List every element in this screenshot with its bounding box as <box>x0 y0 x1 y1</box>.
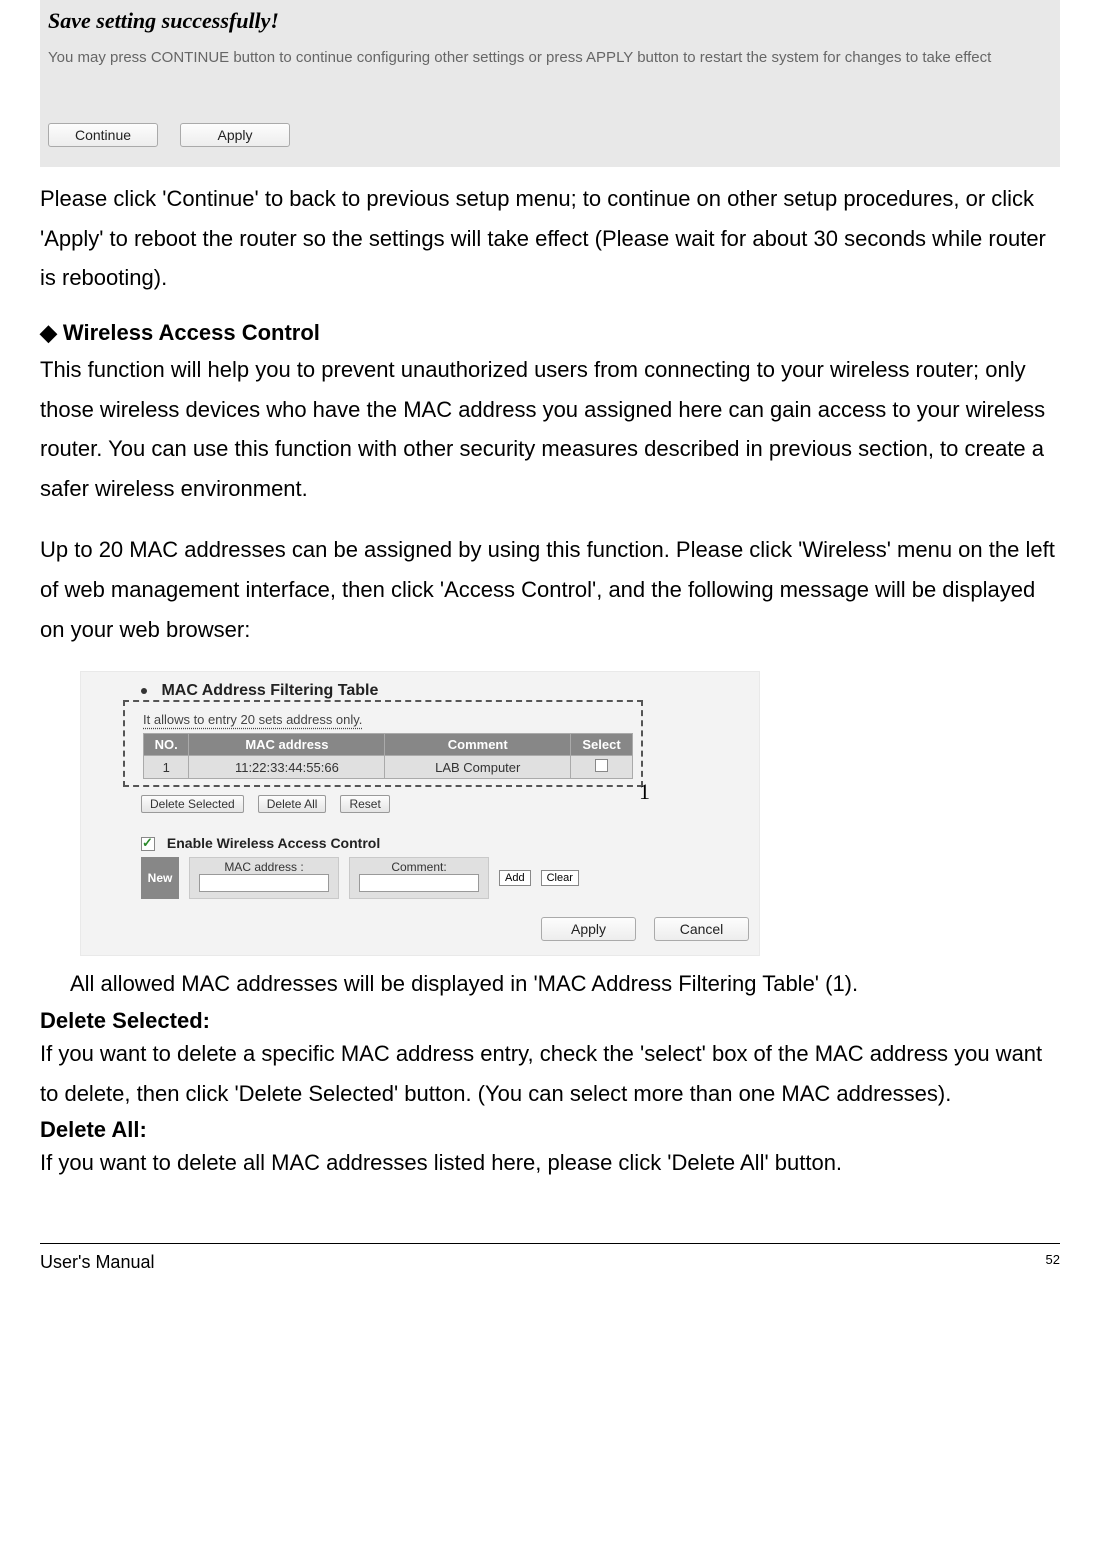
delete-selected-heading: Delete Selected: <box>40 1008 1060 1034</box>
apply-cancel-row: Apply Cancel <box>141 917 749 941</box>
col-mac: MAC address <box>189 734 385 756</box>
col-select: Select <box>571 734 633 756</box>
bullet-icon <box>141 688 147 694</box>
cell-no: 1 <box>144 756 189 779</box>
comment-input-label: Comment: <box>356 860 482 874</box>
mac-filter-subtitle: It allows to entry 20 sets address only. <box>143 712 641 727</box>
select-checkbox[interactable] <box>595 759 608 772</box>
paragraph-displayed: All allowed MAC addresses will be displa… <box>70 964 1060 1004</box>
new-entry-row: New MAC address : Comment: Add Clear <box>141 857 749 899</box>
paragraph-continue-apply: Please click 'Continue' to back to previ… <box>40 179 1060 298</box>
table-row: 1 11:22:33:44:55:66 LAB Computer <box>144 756 633 779</box>
enable-row: Enable Wireless Access Control <box>141 835 749 851</box>
table-button-row: Delete Selected Delete All Reset <box>141 795 749 813</box>
cancel-button[interactable]: Cancel <box>654 917 749 941</box>
delete-all-heading: Delete All: <box>40 1117 1060 1143</box>
cell-comment: LAB Computer <box>385 756 571 779</box>
table-header-row: NO. MAC address Comment Select <box>144 734 633 756</box>
clear-button[interactable]: Clear <box>541 870 579 886</box>
enable-checkbox[interactable] <box>141 837 155 851</box>
cell-select <box>571 756 633 779</box>
callout-1: 1 <box>639 779 650 805</box>
mac-filter-title: MAC Address Filtering Table <box>161 682 378 699</box>
footer-page: 52 <box>1046 1252 1060 1273</box>
comment-input[interactable] <box>359 874 479 892</box>
paragraph-function: This function will help you to prevent u… <box>40 350 1060 508</box>
paragraph-delete-all: If you want to delete all MAC addresses … <box>40 1143 1060 1183</box>
mac-filter-table: NO. MAC address Comment Select 1 11:22:3… <box>143 733 633 779</box>
save-description: You may press CONTINUE button to continu… <box>48 48 1052 68</box>
mac-filter-panel: MAC Address Filtering Table It allows to… <box>80 671 760 956</box>
apply-button[interactable]: Apply <box>180 123 290 147</box>
diamond-icon: ◆ <box>40 320 57 346</box>
paragraph-delete-selected: If you want to delete a specific MAC add… <box>40 1034 1060 1113</box>
page-footer: User's Manual 52 <box>40 1243 1060 1273</box>
section-heading: ◆ Wireless Access Control <box>40 320 1060 346</box>
comment-input-block: Comment: <box>349 857 489 899</box>
save-button-row: Continue Apply <box>48 123 1052 147</box>
dashed-frame: It allows to entry 20 sets address only.… <box>123 700 643 787</box>
mac-input-block: MAC address : <box>189 857 339 899</box>
continue-button[interactable]: Continue <box>48 123 158 147</box>
add-button[interactable]: Add <box>499 870 531 886</box>
new-badge: New <box>141 857 179 899</box>
col-comment: Comment <box>385 734 571 756</box>
delete-all-button[interactable]: Delete All <box>258 795 327 813</box>
mac-filter-figure: MAC Address Filtering Table It allows to… <box>80 671 780 956</box>
save-title: Save setting successfully! <box>48 8 1052 34</box>
paragraph-up-to-20: Up to 20 MAC addresses can be assigned b… <box>40 530 1060 649</box>
mac-input-label: MAC address : <box>196 860 332 874</box>
save-setting-panel: Save setting successfully! You may press… <box>40 0 1060 167</box>
footer-manual: User's Manual <box>40 1252 154 1273</box>
apply-button-2[interactable]: Apply <box>541 917 636 941</box>
delete-selected-button[interactable]: Delete Selected <box>141 795 244 813</box>
mac-filter-title-row: MAC Address Filtering Table <box>141 682 749 700</box>
section-heading-text: Wireless Access Control <box>63 320 320 346</box>
col-no: NO. <box>144 734 189 756</box>
mac-input[interactable] <box>199 874 329 892</box>
enable-label: Enable Wireless Access Control <box>167 835 380 851</box>
reset-button[interactable]: Reset <box>340 795 389 813</box>
cell-mac: 11:22:33:44:55:66 <box>189 756 385 779</box>
